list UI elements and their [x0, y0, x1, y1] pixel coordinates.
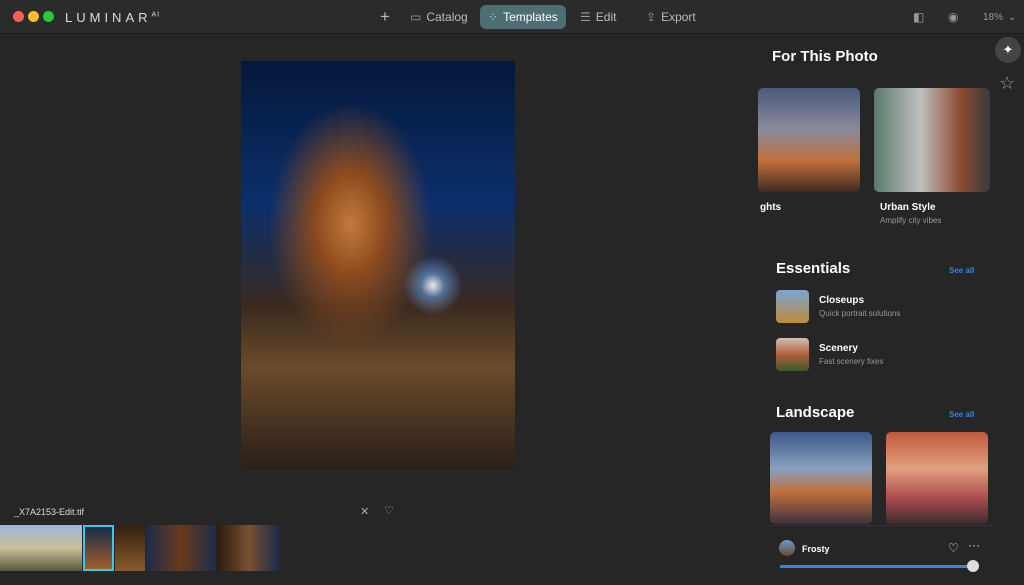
- reject-icon[interactable]: ✕: [360, 505, 369, 518]
- filmstrip-thumb-selected[interactable]: [83, 525, 114, 571]
- filmstrip-thumb[interactable]: [115, 525, 145, 571]
- scenery-thumb[interactable]: [776, 338, 809, 371]
- amount-slider[interactable]: [780, 560, 979, 572]
- template-card[interactable]: [758, 88, 860, 192]
- for-this-photo-heading: For This Photo: [772, 48, 878, 65]
- tab-catalog[interactable]: ▭ Catalog: [402, 5, 476, 29]
- template-subtitle: Fast scenery fixes: [819, 357, 884, 366]
- compare-icon[interactable]: ◧: [905, 5, 932, 29]
- templates-wand-icon[interactable]: ✦: [995, 37, 1021, 63]
- filmstrip-thumb[interactable]: [0, 525, 82, 571]
- eye-icon[interactable]: ◉: [940, 5, 966, 29]
- tab-export[interactable]: ⇪ Export: [638, 5, 704, 29]
- templates-panel: For This Photo ghts Urban Style Amplify …: [758, 34, 1024, 585]
- minimize-window-button[interactable]: [28, 11, 39, 22]
- maximize-window-button[interactable]: [43, 11, 54, 22]
- template-subtitle: Amplify city vibes: [880, 216, 942, 225]
- landscape-see-all-link[interactable]: See all: [949, 410, 974, 419]
- more-icon[interactable]: ···: [968, 538, 980, 552]
- template-title: Urban Style: [880, 202, 936, 213]
- template-title: ghts: [760, 202, 782, 213]
- landscape-card[interactable]: [770, 432, 872, 524]
- slider-handle[interactable]: [967, 560, 979, 572]
- template-subtitle: Quick portrait solutions: [819, 309, 901, 318]
- filmstrip-thumb[interactable]: [217, 525, 280, 571]
- folder-icon: ▭: [410, 10, 422, 24]
- landscape-card[interactable]: [886, 432, 988, 524]
- star-icon[interactable]: ☆: [999, 73, 1015, 94]
- zoom-dropdown[interactable]: 18% ⌄: [975, 5, 1024, 29]
- magic-wand-icon: ⁘: [488, 10, 499, 24]
- app-logo: LUMINARAI: [65, 10, 161, 25]
- tab-edit[interactable]: ☰ Edit: [572, 5, 624, 29]
- tab-templates[interactable]: ⁘ Templates: [480, 5, 566, 29]
- applied-template-name: Frosty: [802, 544, 830, 554]
- share-icon: ⇪: [646, 10, 657, 24]
- essentials-see-all-link[interactable]: See all: [949, 266, 974, 275]
- favorite-icon[interactable]: ♡: [948, 541, 959, 555]
- essentials-heading: Essentials: [776, 260, 851, 277]
- slider-fill: [780, 565, 973, 568]
- sliders-icon: ☰: [580, 10, 591, 24]
- closeups-thumb[interactable]: [776, 290, 809, 323]
- filmstrip-thumb[interactable]: [146, 525, 216, 571]
- template-title[interactable]: Closeups: [819, 295, 864, 306]
- add-button[interactable]: +: [372, 5, 398, 29]
- applied-template-bar: Frosty ♡ ···: [765, 525, 995, 585]
- template-card-urban-style[interactable]: [874, 88, 990, 192]
- template-avatar: [779, 540, 795, 556]
- close-window-button[interactable]: [13, 11, 24, 22]
- landscape-heading: Landscape: [776, 404, 855, 421]
- template-title[interactable]: Scenery: [819, 343, 858, 354]
- title-bar: LUMINARAI + ▭ Catalog ⁘ Templates ☰ Edit ⇪ E…: [0, 0, 1024, 34]
- file-name: _X7A2153-Edit.tif: [14, 507, 85, 517]
- photo-canvas[interactable]: [241, 61, 515, 469]
- favorite-icon[interactable]: ♡: [384, 504, 394, 517]
